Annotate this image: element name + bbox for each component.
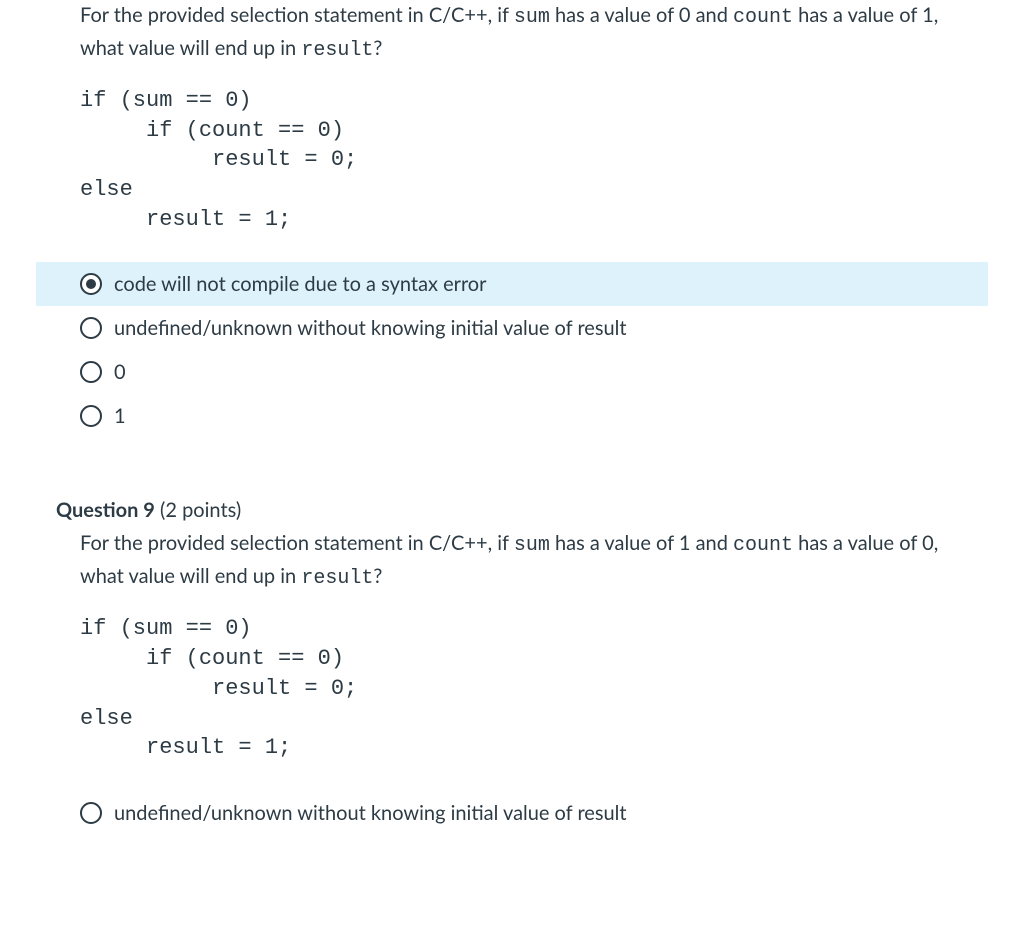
q8-text-mid1: has a value of 0 and — [550, 3, 733, 27]
question-9-prompt: For the provided selection statement in … — [36, 528, 988, 594]
radio-icon — [80, 317, 102, 339]
q8-var-sum: sum — [514, 6, 550, 29]
q8-option-0[interactable]: code will not compile due to a syntax er… — [36, 262, 988, 306]
q9-text-pre: For the provided selection statement in … — [80, 531, 514, 555]
q9-var-count: count — [733, 534, 793, 557]
q9-text-mid1: has a value of 1 and — [550, 531, 733, 555]
radio-icon — [80, 405, 102, 427]
q9-options: undefined/unknown without knowing initia… — [36, 791, 988, 835]
radio-icon — [80, 273, 102, 295]
q8-option-1[interactable]: undefined/unknown without knowing initia… — [36, 306, 988, 350]
q8-option-3-label: 1 — [114, 403, 126, 429]
q9-text-suffix: ? — [373, 564, 382, 588]
question-9-points: (2 points) — [155, 498, 241, 522]
q8-var-result: result — [301, 39, 373, 62]
q8-option-0-label: code will not compile due to a syntax er… — [114, 271, 486, 297]
radio-icon — [80, 802, 102, 824]
radio-icon — [80, 361, 102, 383]
page-content: For the provided selection statement in … — [0, 0, 1024, 835]
question-8: For the provided selection statement in … — [36, 0, 988, 438]
q8-option-2-label: 0 — [114, 359, 126, 385]
q8-var-count: count — [733, 6, 793, 29]
q8-text-pre: For the provided selection statement in … — [80, 3, 514, 27]
question-8-prompt: For the provided selection statement in … — [36, 0, 988, 66]
q8-option-2[interactable]: 0 — [36, 350, 988, 394]
q9-option-0[interactable]: undefined/unknown without knowing initia… — [36, 791, 988, 835]
q8-option-3[interactable]: 1 — [36, 394, 988, 438]
q8-text-suffix: ? — [373, 36, 382, 60]
q9-var-result: result — [301, 567, 373, 590]
question-9: For the provided selection statement in … — [36, 528, 988, 834]
question-9-title: Question 9 — [56, 498, 155, 522]
q8-options: code will not compile due to a syntax er… — [36, 262, 988, 438]
question-9-header: Question 9 (2 points) — [36, 468, 988, 528]
q9-var-sum: sum — [514, 534, 550, 557]
q8-option-1-label: undefined/unknown without knowing initia… — [114, 315, 627, 341]
q9-code-block: if (sum == 0) if (count == 0) result = 0… — [80, 614, 988, 762]
q8-code-block: if (sum == 0) if (count == 0) result = 0… — [80, 86, 988, 234]
q9-option-0-label: undefined/unknown without knowing initia… — [114, 800, 627, 826]
